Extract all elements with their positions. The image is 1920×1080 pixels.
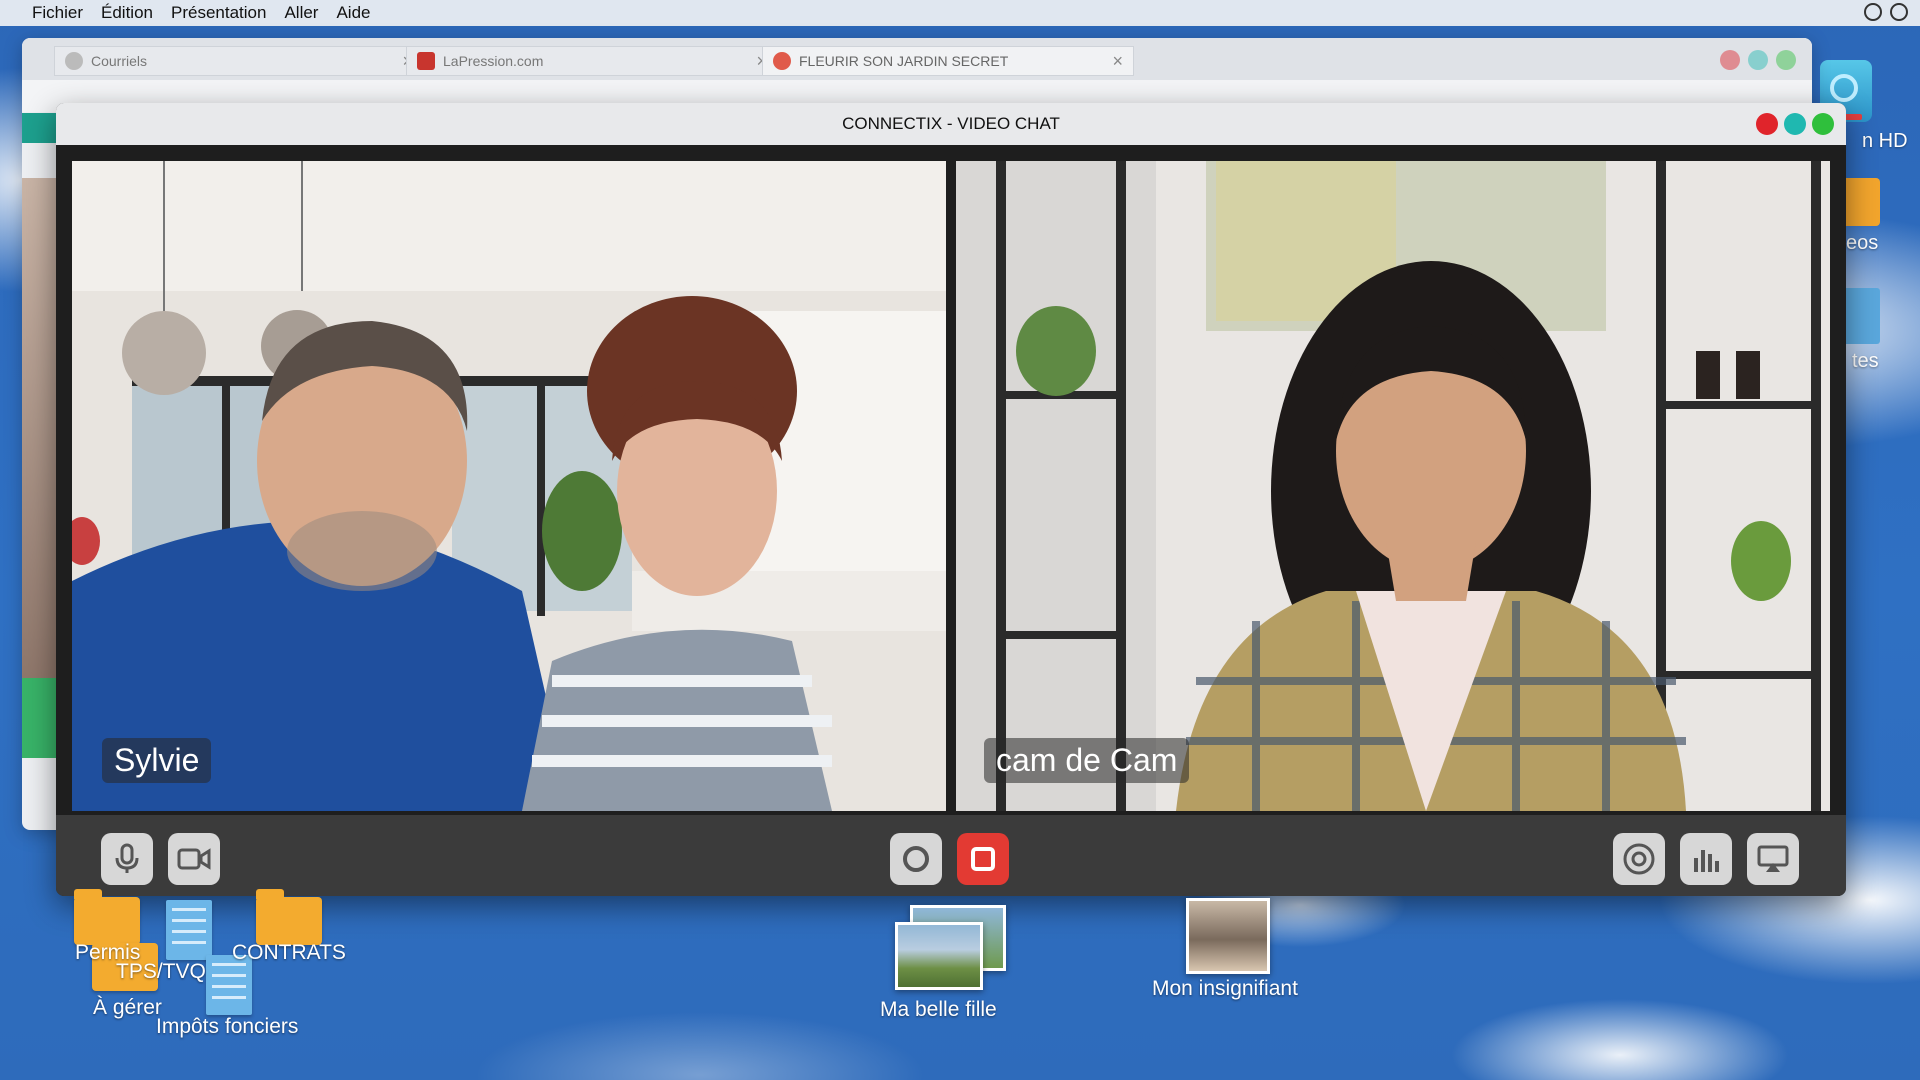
desktop-icon-label: Ma belle fille: [880, 998, 997, 1021]
menu-presentation[interactable]: Présentation: [171, 3, 266, 23]
folder-icon[interactable]: [1840, 178, 1880, 226]
camera-button[interactable]: [168, 833, 220, 885]
video-image-young-woman: [956, 161, 1830, 811]
camera-icon: [177, 848, 211, 870]
record-icon: [903, 846, 929, 872]
video-chat-window: CONNECTIX - VIDEO CHAT Sylvie cam de Cam: [56, 103, 1846, 896]
minimize-window-button[interactable]: [1748, 50, 1768, 70]
lion-icon: [65, 52, 83, 70]
maximize-window-button[interactable]: [1776, 50, 1796, 70]
page-content-image: [22, 178, 56, 678]
window-controls: [1756, 113, 1834, 135]
broadcast-icon: [1623, 843, 1655, 875]
desktop-icon-label: TPS/TVQ: [116, 960, 206, 983]
tab-lapression[interactable]: LaPression.com ×: [406, 46, 778, 76]
close-window-button[interactable]: [1720, 50, 1740, 70]
tab-label: LaPression.com: [443, 53, 544, 69]
stop-icon: [971, 847, 995, 871]
desktop-icon-label: Impôts fonciers: [156, 1015, 299, 1038]
desktop-icon-label: tes: [1852, 350, 1879, 372]
tab-bar: Courriels × LaPression.com × FLEURIR SON…: [22, 38, 1812, 80]
menu-edition[interactable]: Édition: [101, 3, 153, 23]
tab-courriels[interactable]: Courriels ×: [54, 46, 424, 76]
photo-thumbnail[interactable]: [895, 922, 983, 990]
status-icon[interactable]: [1864, 3, 1882, 21]
stats-icon: [1694, 850, 1719, 872]
flower-icon: [773, 52, 791, 70]
minimize-window-button[interactable]: [1784, 113, 1806, 135]
window-title: CONNECTIX - VIDEO CHAT: [56, 103, 1846, 145]
menu-aller[interactable]: Aller: [284, 3, 318, 23]
screen-share-button[interactable]: [1747, 833, 1799, 885]
browser-window-controls: [1720, 50, 1796, 70]
newspaper-icon: [417, 52, 435, 70]
video-feed-sylvie[interactable]: Sylvie: [72, 161, 946, 811]
maximize-window-button[interactable]: [1812, 113, 1834, 135]
tab-label: Courriels: [91, 53, 148, 69]
participant-name-label: cam de Cam: [984, 738, 1190, 783]
microphone-button[interactable]: [101, 833, 153, 885]
desktop-icon-label: CONTRATS: [232, 941, 346, 964]
page-content-strip: [22, 113, 56, 143]
video-feed-cam[interactable]: cam de Cam: [956, 161, 1830, 811]
stop-button[interactable]: [957, 833, 1009, 885]
status-icons: [1864, 3, 1908, 21]
status-icon[interactable]: [1890, 3, 1908, 21]
folder-icon[interactable]: [256, 889, 322, 945]
menu-bar: Fichier Édition Présentation Aller Aide: [0, 0, 1920, 26]
close-window-button[interactable]: [1756, 113, 1778, 135]
photo-thumbnail[interactable]: [1186, 898, 1270, 974]
menu-fichier[interactable]: Fichier: [32, 3, 83, 23]
microphone-icon: [115, 843, 139, 873]
record-button[interactable]: [890, 833, 942, 885]
tab-label: FLEURIR SON JARDIN SECRET: [799, 53, 1009, 69]
document-icon[interactable]: [1840, 288, 1880, 344]
video-stage: Sylvie cam de Cam: [56, 145, 1846, 815]
desktop-icon-label: n HD: [1862, 130, 1908, 152]
close-icon[interactable]: ×: [1112, 51, 1123, 72]
desktop-icon-label: Mon insignifiant: [1152, 977, 1298, 1000]
document-icon[interactable]: [166, 900, 212, 960]
tab-fleurir[interactable]: FLEURIR SON JARDIN SECRET ×: [762, 46, 1134, 76]
broadcast-button[interactable]: [1613, 833, 1665, 885]
menu-aide[interactable]: Aide: [336, 3, 370, 23]
video-image-couple: [72, 161, 946, 811]
stats-button[interactable]: [1680, 833, 1732, 885]
airplay-icon: [1757, 845, 1789, 872]
desktop-icon-label: eos: [1846, 232, 1879, 254]
desktop-icon-label: À gérer: [93, 996, 162, 1019]
participant-name-label: Sylvie: [102, 738, 212, 783]
page-content-strip: [22, 678, 56, 758]
control-bar: [56, 815, 1846, 896]
